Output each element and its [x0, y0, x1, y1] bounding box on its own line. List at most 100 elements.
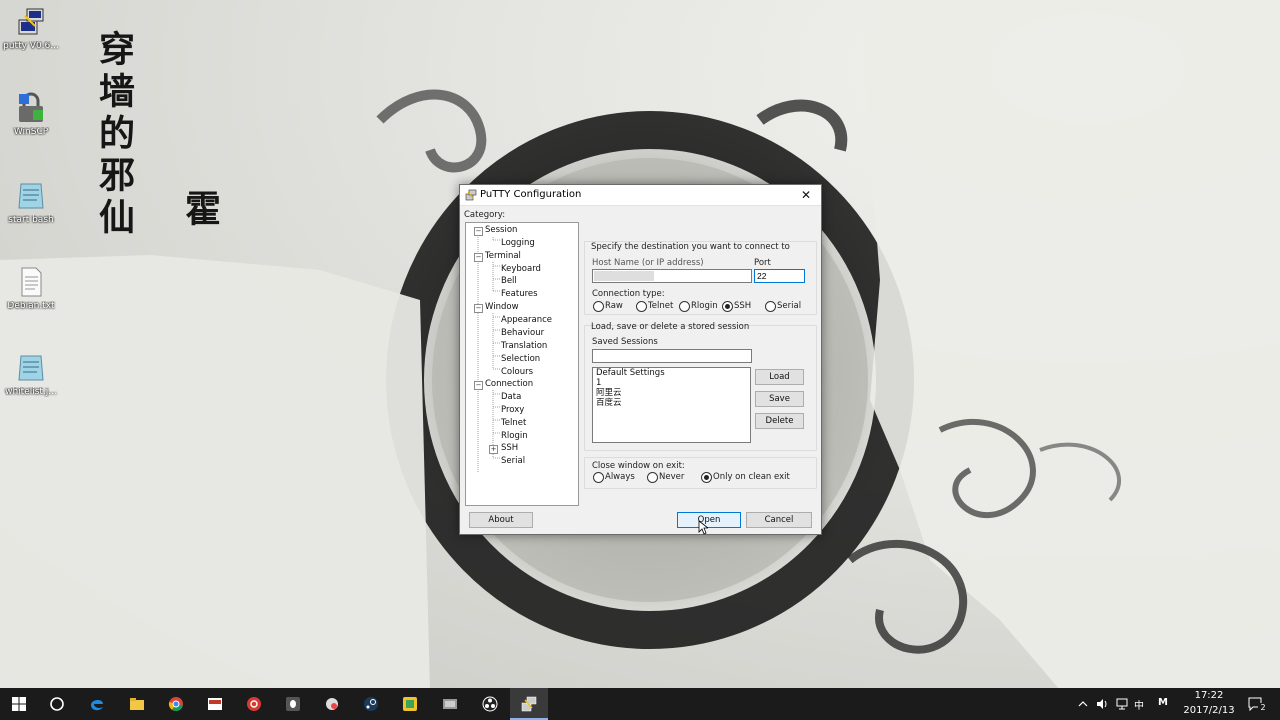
desktop-icon-label: start bash — [8, 215, 54, 225]
taskbar-file-explorer[interactable] — [118, 688, 156, 720]
putty-icon — [15, 6, 47, 38]
tree-expand-icon[interactable]: + — [489, 445, 498, 454]
radio-serial[interactable] — [765, 301, 776, 312]
steam-icon — [364, 697, 378, 711]
saved-sessions-list[interactable]: Default Settings 1 阿里云 百度云 — [592, 367, 751, 443]
taskbar-obs[interactable] — [471, 688, 509, 720]
input-method-m[interactable]: M — [1158, 697, 1168, 708]
sessions-heading: Load, save or delete a stored session — [591, 322, 750, 332]
load-button[interactable]: Load — [755, 369, 804, 385]
tree-collapse-icon[interactable]: − — [474, 253, 483, 262]
session-item[interactable]: 1 — [593, 378, 750, 388]
taskbar-qq[interactable] — [274, 688, 312, 720]
network-icon[interactable] — [1116, 698, 1128, 710]
saved-sessions-input[interactable] — [592, 349, 752, 363]
close-icon[interactable]: ✕ — [791, 185, 821, 205]
close-window-label: Close window on exit: — [592, 461, 685, 471]
tree-item-session[interactable]: Session — [485, 225, 517, 235]
windows-start-icon — [12, 697, 26, 711]
tree-collapse-icon[interactable]: − — [474, 304, 483, 313]
radio-rlogin[interactable] — [679, 301, 690, 312]
start-button[interactable] — [0, 688, 38, 720]
desktop-icon-label: putty V0.6... — [3, 41, 59, 51]
tree-item-data[interactable]: Data — [501, 392, 521, 402]
radio-rlogin-label: Rlogin — [691, 301, 718, 311]
tree-item-translation[interactable]: Translation — [501, 341, 547, 351]
radio-telnet[interactable] — [636, 301, 647, 312]
session-item[interactable]: 百度云 — [593, 398, 750, 408]
tree-item-telnet[interactable]: Telnet — [501, 418, 526, 428]
desktop-icon-debian-txt[interactable]: Debian.txt — [0, 266, 62, 311]
taskbar-edge[interactable] — [78, 688, 116, 720]
radio-ssh[interactable] — [722, 301, 733, 312]
host-name-label: Host Name (or IP address) — [592, 258, 704, 268]
radio-serial-label: Serial — [777, 301, 802, 311]
winscp-icon — [15, 92, 47, 124]
cortana-icon — [50, 697, 64, 711]
tree-item-colours[interactable]: Colours — [501, 367, 533, 377]
taskbar-steam[interactable] — [352, 688, 390, 720]
host-name-redaction — [594, 271, 654, 281]
file-explorer-icon — [130, 698, 144, 710]
delete-button[interactable]: Delete — [755, 413, 804, 429]
window-titlebar[interactable]: PuTTY Configuration ✕ — [460, 185, 821, 206]
session-item[interactable]: Default Settings — [593, 368, 750, 378]
clock-time[interactable]: 17:22 — [1180, 690, 1238, 701]
tree-item-selection[interactable]: Selection — [501, 354, 540, 364]
radio-only-on-clean-exit[interactable] — [701, 472, 712, 483]
open-button[interactable]: Open — [677, 512, 741, 528]
tree-item-serial[interactable]: Serial — [501, 456, 525, 466]
show-hidden-icons-icon[interactable] — [1078, 699, 1088, 709]
desktop-icon-putty[interactable]: putty V0.6... — [0, 6, 62, 51]
window-title: PuTTY Configuration — [480, 189, 582, 200]
about-button[interactable]: About — [469, 512, 533, 528]
category-label: Category: — [464, 210, 506, 220]
tree-item-bell[interactable]: Bell — [501, 276, 517, 286]
desktop-icon-whitelist[interactable]: whitelist.j... — [0, 352, 62, 397]
radio-raw[interactable] — [593, 301, 604, 312]
clock-date[interactable]: 2017/2/13 — [1180, 705, 1238, 716]
taskbar-chrome[interactable] — [157, 688, 195, 720]
taskbar-app[interactable] — [196, 688, 234, 720]
qq-icon — [286, 697, 300, 711]
tree-item-keyboard[interactable]: Keyboard — [501, 264, 541, 274]
session-item[interactable]: 阿里云 — [593, 388, 750, 398]
desktop-icon-start-bash[interactable]: start bash — [0, 180, 62, 225]
radio-ssh-label: SSH — [734, 301, 752, 311]
tree-item-behaviour[interactable]: Behaviour — [501, 328, 544, 338]
category-tree[interactable]: − Session Logging − Terminal Keyboard Be… — [465, 222, 579, 506]
tree-item-terminal[interactable]: Terminal — [485, 251, 521, 261]
notification-count-badge: 2 — [1258, 703, 1268, 712]
app-green-icon — [403, 697, 417, 711]
tree-item-rlogin[interactable]: Rlogin — [501, 431, 528, 441]
radio-always[interactable] — [593, 472, 604, 483]
app-icon — [208, 698, 222, 710]
calligraphy-main: 穿墙的邪仙 — [93, 30, 135, 240]
tree-item-window[interactable]: Window — [485, 302, 519, 312]
taskbar-virtual-machine[interactable] — [431, 688, 469, 720]
radio-never[interactable] — [647, 472, 658, 483]
tree-item-features[interactable]: Features — [501, 289, 538, 299]
virtual-machine-icon — [443, 699, 457, 709]
obs-icon — [482, 696, 498, 712]
port-input[interactable] — [754, 269, 805, 283]
save-button[interactable]: Save — [755, 391, 804, 407]
browser-icon — [326, 698, 338, 710]
taskbar-putty[interactable] — [510, 688, 548, 720]
volume-icon[interactable] — [1096, 698, 1108, 710]
tree-item-appearance[interactable]: Appearance — [501, 315, 552, 325]
tree-collapse-icon[interactable]: − — [474, 381, 483, 390]
ime-indicator[interactable]: 中 — [1134, 697, 1144, 712]
tree-item-connection[interactable]: Connection — [485, 379, 533, 389]
taskbar-netease-music[interactable] — [235, 688, 273, 720]
cortana-button[interactable] — [38, 688, 76, 720]
desktop-icon-winscp[interactable]: WinSCP — [0, 92, 62, 137]
taskbar-app-green[interactable] — [391, 688, 429, 720]
tree-collapse-icon[interactable]: − — [474, 227, 483, 236]
text-file-icon — [15, 266, 47, 298]
tree-item-ssh[interactable]: SSH — [501, 443, 518, 453]
tree-item-logging[interactable]: Logging — [501, 238, 535, 248]
cancel-button[interactable]: Cancel — [746, 512, 812, 528]
tree-item-proxy[interactable]: Proxy — [501, 405, 524, 415]
taskbar-browser[interactable] — [313, 688, 351, 720]
